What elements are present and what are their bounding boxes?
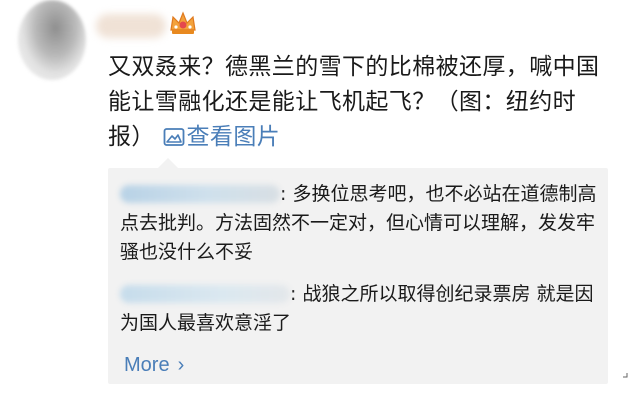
commenter-name-blurred[interactable] (120, 185, 280, 203)
avatar[interactable] (18, 0, 86, 80)
corner-mark-icon (623, 373, 628, 378)
username-blurred[interactable] (96, 14, 166, 38)
image-icon (163, 128, 184, 146)
comment-item: : 多换位思考吧，也不必站在道德制高点去批判。方法固然不一定对，但心情可以理解，… (120, 180, 605, 267)
crown-badge-icon (170, 11, 196, 34)
comment-box: : 多换位思考吧，也不必站在道德制高点去批判。方法固然不一定对，但心情可以理解，… (108, 168, 608, 384)
comment-item: : 战狼之所以取得创纪录票房 就是因为国人最喜欢意淫了 (120, 280, 605, 338)
view-image-label: 查看图片 (186, 124, 281, 150)
chevron-right-icon: › (177, 354, 185, 376)
more-comments-link[interactable]: More › (124, 354, 184, 377)
commenter-name-blurred[interactable] (120, 285, 290, 303)
view-image-link[interactable]: 查看图片 (163, 124, 281, 150)
comment-box-caret (158, 158, 178, 168)
more-label: More (124, 354, 170, 376)
post-text: 又双叒来？德黑兰的雪下的比棉被还厚，喊中国能让雪融化还是能让飞机起飞？（图：纽约… (108, 50, 608, 155)
